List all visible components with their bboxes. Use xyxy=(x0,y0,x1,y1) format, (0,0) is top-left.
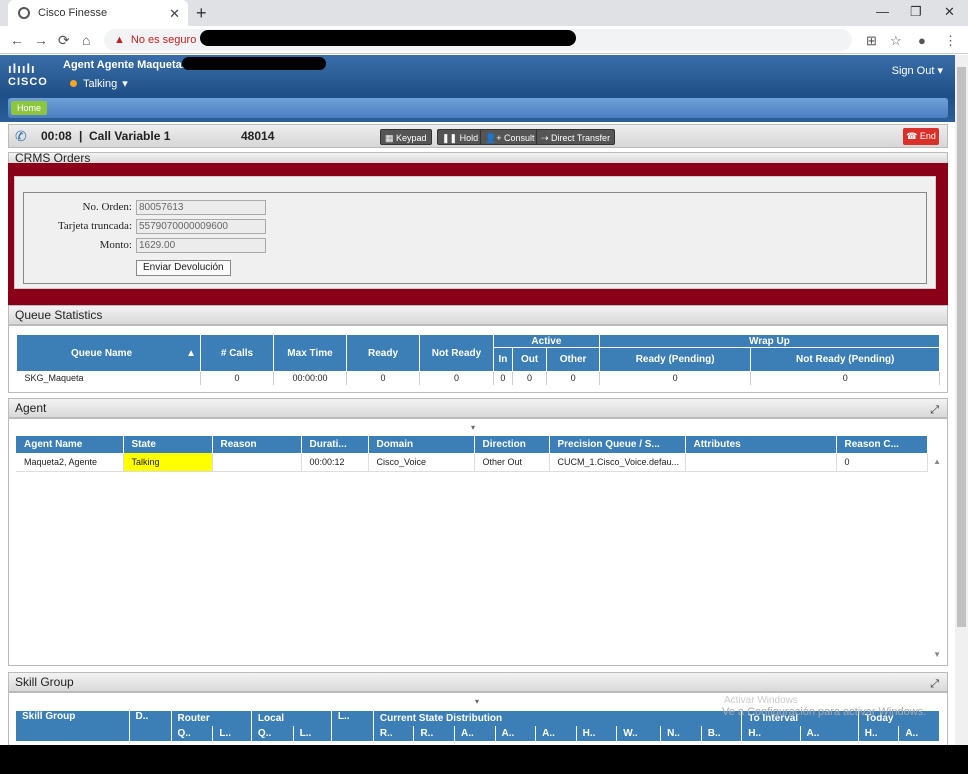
col-local[interactable]: Local xyxy=(251,711,332,726)
state-cell: Talking xyxy=(123,453,213,472)
state-dropdown[interactable]: Talking ▾ xyxy=(70,77,128,90)
col-queue-name[interactable]: Queue Name ▲ xyxy=(16,334,201,372)
redacted-url xyxy=(200,30,576,46)
col-d[interactable]: D.. xyxy=(129,711,172,741)
amount-label: Monto: xyxy=(99,239,132,251)
warning-icon: ▲ xyxy=(114,34,125,46)
col-direction[interactable]: Direction xyxy=(474,436,550,453)
scroll-thumb[interactable] xyxy=(957,67,966,627)
col-current-state[interactable]: Current State Distribution xyxy=(373,711,743,726)
end-call-button[interactable]: ☎ End xyxy=(903,128,939,145)
chevron-down-icon: ▾ xyxy=(122,78,128,90)
send-refund-button[interactable]: Enviar Devolución xyxy=(136,260,231,276)
col-max-time[interactable]: Max Time xyxy=(273,334,347,372)
group-active: Active xyxy=(493,334,600,348)
scroll-down-icon[interactable]: ▼ xyxy=(933,650,941,659)
col-l[interactable]: L.. xyxy=(331,711,374,741)
scroll-up-icon[interactable]: ▲ xyxy=(933,457,941,466)
taskbar xyxy=(0,745,968,774)
direct-transfer-button[interactable]: ⇢ Direct Transfer xyxy=(536,129,616,145)
table-row[interactable]: Maqueta2, Agente Talking 00:00:12 Cisco_… xyxy=(16,453,928,472)
expand-icon[interactable]: ⤢ xyxy=(930,401,939,419)
sign-out-button[interactable]: Sign Out ▾ xyxy=(892,64,943,77)
redacted-name xyxy=(182,57,326,70)
queue-stats-table: Queue Name ▲ # Calls Max Time Ready Not … xyxy=(16,334,941,385)
minimize-icon[interactable]: — xyxy=(876,4,889,19)
translate-icon[interactable]: ⊞ xyxy=(866,33,877,49)
order-number-label: No. Orden: xyxy=(82,201,133,213)
cisco-bars-icon: ılıılı xyxy=(8,61,36,76)
col-not-ready-pending[interactable]: Not Ready (Pending) xyxy=(750,347,940,372)
new-tab-icon[interactable]: + xyxy=(196,3,207,24)
phone-icon: ✆ xyxy=(15,128,27,144)
sort-up-icon: ▲ xyxy=(186,347,196,359)
forward-icon[interactable]: → xyxy=(34,32,48,48)
finesse-header: ılıılı CISCO Agent Agente Maqueta. Talki… xyxy=(0,55,955,122)
col-state[interactable]: State xyxy=(123,436,213,453)
security-label: No es seguro xyxy=(130,34,197,46)
windows-watermark: Activar Windows Ve a Configuración para … xyxy=(722,695,927,718)
col-attributes[interactable]: Attributes xyxy=(685,436,837,453)
tab-bar: Home xyxy=(8,98,948,118)
col-skill-group[interactable]: Skill Group xyxy=(16,711,130,741)
cisco-logo: ılıılı CISCO xyxy=(8,61,48,88)
menu-icon[interactable]: ⋮ xyxy=(944,33,957,49)
collapse-handle-icon[interactable]: ▾ xyxy=(475,697,479,706)
call-number: 48014 xyxy=(241,129,275,143)
maximize-icon[interactable]: ❐ xyxy=(910,4,922,20)
address-bar: ← → ⟳ ⌂ ▲ No es seguro ⊞ ☆ ● ⋮ xyxy=(0,26,968,54)
col-router[interactable]: Router xyxy=(171,711,252,726)
hold-button[interactable]: ❚❚ Hold xyxy=(437,129,484,145)
card-label: Tarjeta truncada: xyxy=(57,220,132,232)
col-not-ready[interactable]: Not Ready xyxy=(419,334,494,372)
state-dot-icon xyxy=(70,80,77,87)
star-icon[interactable]: ☆ xyxy=(890,33,902,49)
queue-stats-header: Queue Statistics xyxy=(8,305,948,325)
expand-icon[interactable]: ⤢ xyxy=(930,675,939,693)
tab-home[interactable]: Home xyxy=(11,101,48,115)
agent-gadget-header: Agent ⤢ xyxy=(8,398,948,418)
globe-icon xyxy=(18,7,30,19)
agent-name: Agent Agente Maqueta. xyxy=(63,59,185,71)
table-row[interactable]: SKG_Maqueta 0 00:00:00 0 0 0 0 0 0 0 xyxy=(16,371,940,385)
collapse-handle-icon[interactable]: ▾ xyxy=(471,423,475,432)
orders-gadget: No. Orden: 80057613 Tarjeta truncada: 55… xyxy=(8,163,948,305)
col-reason[interactable]: Reason xyxy=(212,436,302,453)
col-out[interactable]: Out xyxy=(511,347,548,372)
col-calls[interactable]: # Calls xyxy=(200,334,274,372)
call-variable: Call Variable 1 xyxy=(89,129,171,143)
col-ready[interactable]: Ready xyxy=(346,334,420,372)
account-icon[interactable]: ● xyxy=(918,33,926,48)
group-wrapup: Wrap Up xyxy=(598,334,941,348)
col-in[interactable]: In xyxy=(493,347,513,372)
col-ready-pending[interactable]: Ready (Pending) xyxy=(598,347,752,372)
page-scrollbar[interactable] xyxy=(955,55,968,745)
col-duration[interactable]: Durati... xyxy=(301,436,369,453)
skill-group-header: Skill Group ⤢ xyxy=(8,672,948,692)
col-domain[interactable]: Domain xyxy=(368,436,475,453)
back-icon[interactable]: ← xyxy=(10,32,24,48)
close-tab-icon[interactable]: ✕ xyxy=(169,6,180,22)
col-other[interactable]: Other xyxy=(546,347,600,372)
keypad-button[interactable]: ▦ Keypad xyxy=(380,129,432,145)
browser-tabstrip: Cisco Finesse ✕ + — ❐ ✕ xyxy=(0,0,968,26)
close-window-icon[interactable]: ✕ xyxy=(944,4,955,20)
consult-button[interactable]: 👤+ Consult xyxy=(480,129,540,145)
tab-title: Cisco Finesse xyxy=(38,7,108,19)
agent-table: Agent Name State Reason Durati... Domain… xyxy=(16,436,928,472)
home-icon[interactable]: ⌂ xyxy=(82,32,90,48)
col-precision-queue[interactable]: Precision Queue / S... xyxy=(549,436,686,453)
col-reason-code[interactable]: Reason C... xyxy=(836,436,928,453)
reload-icon[interactable]: ⟳ xyxy=(58,32,70,49)
call-control-bar: ✆ 00:08 | Call Variable 1 48014 ▦ Keypad… xyxy=(8,124,948,148)
col-agent-name[interactable]: Agent Name xyxy=(16,436,124,453)
call-timer: 00:08 xyxy=(41,129,72,143)
divider: | xyxy=(79,129,83,143)
card-field[interactable]: 5579070000009600 xyxy=(136,219,266,234)
amount-field[interactable]: 1629.00 xyxy=(136,238,266,253)
browser-tab[interactable]: Cisco Finesse ✕ xyxy=(8,0,188,26)
order-number-field[interactable]: 80057613 xyxy=(136,200,266,215)
